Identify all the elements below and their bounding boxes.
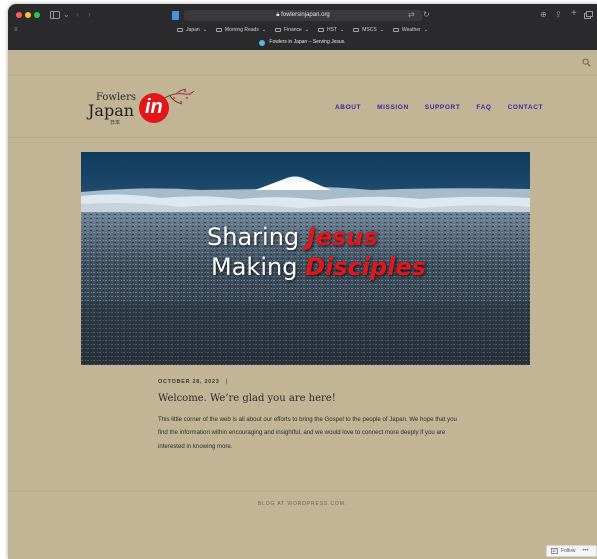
browser-chrome: ⌄ ‹ › 🔒︎ fowlersinjapan.org ⇄ ↻ ⊕ ⇪ + ≡ …	[8, 4, 597, 50]
nav-about[interactable]: ABOUT	[335, 104, 361, 112]
folder-icon	[353, 28, 360, 32]
post-date[interactable]: OCTOBER 28, 2023	[158, 379, 220, 385]
chevron-down-icon[interactable]: ⌄	[63, 11, 70, 19]
download-icon[interactable]: ⊕	[540, 11, 547, 19]
lock-icon: 🔒︎	[276, 12, 280, 18]
hero-making: Making	[211, 253, 298, 281]
hero-banner: Sharing Jesus Making Disciples	[81, 152, 530, 365]
chevron-down-icon: ⌄	[379, 27, 384, 33]
bookmark-morning-reads[interactable]: Morning Reads ⌄	[215, 25, 267, 35]
address-bar[interactable]: 🔒︎ fowlersinjapan.org	[184, 10, 422, 21]
nav-support[interactable]: SUPPORT	[425, 104, 461, 112]
bookmark-hst[interactable]: HST ⌄	[318, 25, 344, 35]
chevron-down-icon: ⌄	[261, 27, 267, 33]
new-tab-icon[interactable]: +	[571, 9, 577, 19]
tab-overview-icon[interactable]	[584, 11, 593, 19]
zoom-window-button[interactable]	[34, 12, 40, 18]
chevron-down-icon: ⌄	[423, 27, 428, 33]
search-icon[interactable]	[582, 58, 591, 67]
bookmarks-bar: Japan ⌄ Morning Reads ⌄ Finance ⌄ HST ⌄ MSCS…	[8, 25, 597, 35]
hero-disciples: Disciples	[305, 253, 426, 281]
nav-contact[interactable]: CONTACT	[508, 104, 544, 112]
folder-icon	[318, 28, 325, 32]
reload-icon[interactable]: ↻	[423, 11, 430, 19]
minimize-window-button[interactable]	[25, 12, 31, 18]
translate-icon[interactable]: ⇄	[408, 11, 415, 19]
tab-title: Fowlers in Japan – Serving Jesus.	[269, 39, 346, 45]
chevron-down-icon: ⌄	[202, 27, 207, 33]
logo-japan: Japan	[88, 101, 135, 120]
post-title[interactable]: Welcome. We’re glad you are here!	[158, 393, 336, 405]
back-icon[interactable]: ‹	[76, 11, 79, 19]
folder-icon	[275, 28, 282, 32]
hero-jesus: Jesus	[306, 223, 378, 251]
close-window-button[interactable]	[16, 12, 22, 18]
site-toolbar	[8, 50, 597, 76]
page-favicon-icon	[172, 11, 179, 20]
folder-icon	[392, 28, 399, 32]
site-logo[interactable]: Fowlers Japan in 日本	[86, 86, 198, 126]
more-icon[interactable]: •••	[582, 548, 588, 554]
chevron-down-icon: ⌄	[340, 27, 345, 33]
forward-icon[interactable]: ›	[88, 11, 91, 19]
share-icon[interactable]: ⇪	[555, 11, 562, 19]
folder-icon	[177, 28, 184, 32]
url-text: fowlersinjapan.org	[281, 12, 330, 18]
post-meta: OCTOBER 28, 2023 |	[158, 379, 227, 385]
active-tab[interactable]: Fowlers in Japan – Serving Jesus.	[8, 37, 597, 48]
meta-separator: |	[225, 379, 228, 385]
follow-button[interactable]: Follow •••	[546, 545, 597, 557]
hero-sharing: Sharing	[207, 223, 300, 251]
chevron-down-icon: ⌄	[304, 27, 310, 33]
logo-kanji: 日本	[110, 120, 121, 126]
browser-window: ⌄ ‹ › 🔒︎ fowlersinjapan.org ⇄ ↻ ⊕ ⇪ + ≡ …	[8, 4, 597, 559]
bookmark-mscs[interactable]: MSCS ⌄	[353, 25, 384, 35]
footer-divider	[8, 491, 597, 492]
sidebar-toggle-icon[interactable]	[50, 11, 60, 19]
logo-in: in	[145, 96, 163, 118]
follow-icon	[551, 548, 558, 554]
nav-faq[interactable]: FAQ	[476, 104, 491, 112]
footer-credit[interactable]: BLOG AT WORDPRESS.COM.	[8, 501, 597, 507]
globe-icon	[259, 39, 266, 46]
bookmark-japan[interactable]: Japan ⌄	[177, 25, 207, 35]
hero-headline: Sharing Jesus Making Disciples	[81, 222, 530, 282]
follow-label: Follow	[561, 548, 576, 554]
nav-mission[interactable]: MISSION	[377, 104, 409, 112]
folder-icon	[215, 28, 222, 32]
post-body: This little corner of the web is all abo…	[158, 416, 457, 450]
site-header: Fowlers Japan in 日本 ABOUT MISSION SUPPOR…	[8, 76, 597, 138]
bookmark-finance[interactable]: Finance ⌄	[275, 25, 309, 35]
main-nav: ABOUT MISSION SUPPORT FAQ CONTACT	[335, 104, 543, 112]
bookmark-weather[interactable]: Weather ⌄	[392, 25, 428, 35]
